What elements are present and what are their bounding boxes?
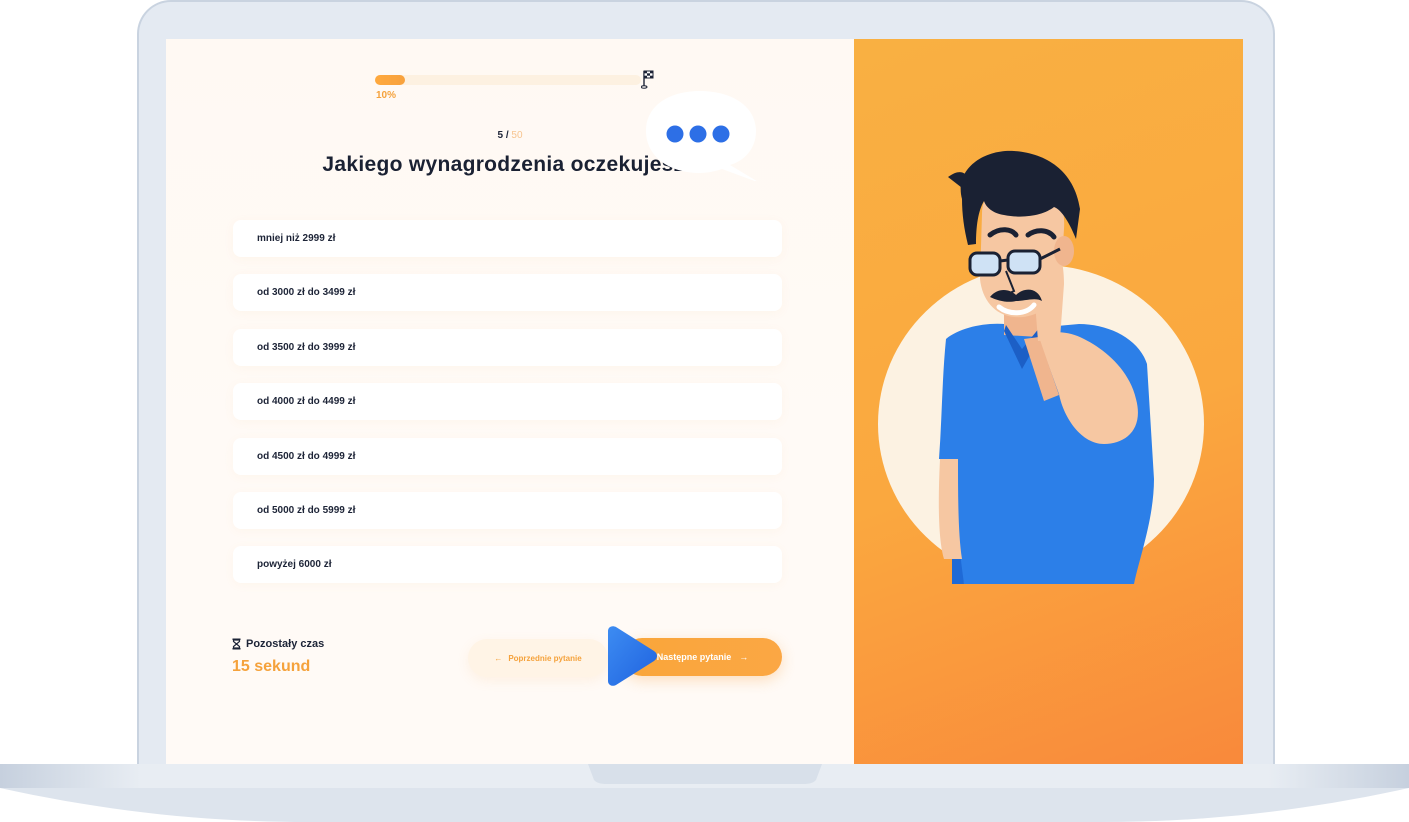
answer-option[interactable]: od 3500 zł do 3999 zł <box>233 328 782 366</box>
progress-label: 10% <box>376 90 397 101</box>
answer-option[interactable]: od 5000 zł do 5999 zł <box>233 491 782 529</box>
arrow-left-icon: ← <box>494 653 503 663</box>
timer: Pozostały czas 15 sekund <box>232 638 324 676</box>
timer-label-row: Pozostały czas <box>232 638 324 650</box>
speech-bubble-icon <box>646 91 757 181</box>
progress-fill <box>375 75 406 85</box>
timer-value: 15 sekund <box>232 658 311 675</box>
illustration-panel <box>854 39 1243 765</box>
answer-option[interactable]: od 4000 zł do 4499 zł <box>233 383 782 421</box>
previous-question-button[interactable]: ← Poprzednie pytanie <box>468 639 608 677</box>
laptop-base <box>0 764 1409 822</box>
answer-option[interactable]: od 3000 zł do 3499 zł <box>233 274 782 312</box>
answer-option[interactable]: od 4500 zł do 4999 zł <box>233 437 782 475</box>
hourglass-icon <box>232 638 241 650</box>
progress-bar <box>375 75 641 85</box>
play-icon <box>608 626 657 686</box>
timer-label: Pozostały czas <box>246 638 325 650</box>
answer-option[interactable]: powyżej 6000 zł <box>233 546 782 584</box>
finish-flag-icon <box>641 70 654 89</box>
previous-question-label: Poprzednie pytanie <box>508 653 582 663</box>
next-question-label: Następne pytanie <box>656 652 732 662</box>
thinking-man-illustration <box>938 150 1154 584</box>
arrow-right-icon: → <box>739 652 749 662</box>
counter-total: 50 <box>511 130 523 141</box>
answer-option[interactable]: mniej niż 2999 zł <box>233 220 782 257</box>
answer-list: mniej niż 2999 zł od 3000 zł do 3499 zł … <box>233 220 782 601</box>
